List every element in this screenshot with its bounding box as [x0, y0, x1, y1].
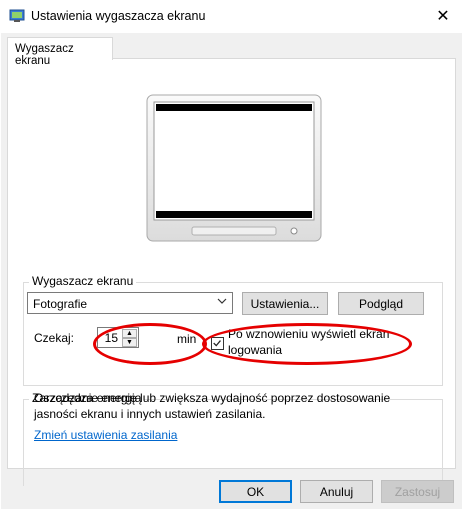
stepper-down-button[interactable]: ▼: [122, 338, 137, 347]
window-title: Ustawienia wygaszacza ekranu: [31, 9, 206, 23]
chevron-down-icon: [217, 298, 227, 304]
wait-unit: min: [177, 332, 197, 346]
tab-label: Wygaszacz ekranu: [15, 43, 74, 67]
cancel-button[interactable]: Anuluj: [300, 480, 373, 503]
monitor-preview: [146, 94, 322, 242]
settings-button[interactable]: Ustawienia...: [242, 292, 328, 315]
screensaver-select-value: Fotografie: [33, 297, 88, 311]
power-description-line1: Oszczędza energię lub zwiększa wydajność…: [34, 391, 391, 405]
apply-button: Zastosuj: [381, 480, 454, 503]
ok-button[interactable]: OK: [219, 480, 292, 503]
screensaver-group-label: Wygaszacz ekranu: [29, 274, 137, 288]
display-settings-icon: [9, 9, 25, 22]
preview-button[interactable]: Podgląd: [338, 292, 424, 315]
stepper-up-button[interactable]: ▲: [122, 329, 137, 338]
tab-screensaver[interactable]: Wygaszacz ekranu: [7, 37, 113, 67]
wait-stepper[interactable]: 15 ▲ ▼: [97, 327, 139, 348]
title-bar: Ustawienia wygaszacza ekranu ✕: [0, 0, 463, 33]
screensaver-select[interactable]: Fotografie: [27, 292, 233, 314]
wait-label: Czekaj:: [34, 331, 75, 345]
close-button[interactable]: ✕: [428, 3, 458, 29]
resume-label-line2: logowania: [228, 343, 283, 357]
close-icon: ✕: [436, 8, 450, 25]
dialog-client: Wygaszacz ekranu Wygaszacz ekranu Zarząd…: [1, 33, 462, 509]
resume-checkbox[interactable]: [211, 337, 224, 350]
resume-label-line1: Po wznowieniu wyświetl ekran: [228, 327, 390, 341]
checkmark-icon: [213, 340, 221, 347]
power-description-line2: jasności ekranu i innych ustawień zasila…: [34, 407, 266, 421]
wait-value: 15: [104, 331, 118, 345]
change-power-settings-link[interactable]: Zmień ustawienia zasilania: [34, 428, 177, 442]
